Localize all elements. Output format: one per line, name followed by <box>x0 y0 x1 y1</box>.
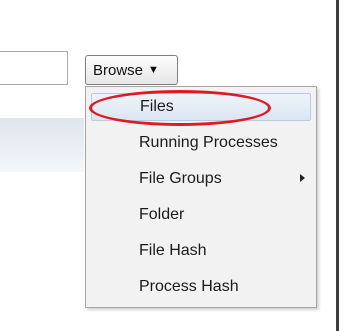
menu-item-label: File Groups <box>139 170 222 187</box>
menu-item-running-processes[interactable]: Running Processes <box>91 129 311 157</box>
menu-item-file-groups[interactable]: File Groups <box>91 165 311 193</box>
browse-dropdown-menu: Files Running Processes File Groups Fold… <box>85 86 317 308</box>
background-panel <box>0 118 84 172</box>
menu-item-label: Process Hash <box>139 278 239 295</box>
window-edge <box>336 0 339 331</box>
menu-item-files[interactable]: Files <box>91 93 311 121</box>
browse-label: Browse <box>93 61 144 79</box>
browse-button[interactable]: Browse ▼ <box>85 55 178 85</box>
menu-item-label: Files <box>140 98 174 115</box>
menu-item-label: File Hash <box>139 242 207 259</box>
menu-item-label: Folder <box>139 206 185 223</box>
chevron-right-icon <box>300 174 305 182</box>
path-input[interactable] <box>0 51 68 85</box>
menu-item-file-hash[interactable]: File Hash <box>91 237 311 265</box>
menu-item-process-hash[interactable]: Process Hash <box>91 273 311 301</box>
chevron-down-icon: ▼ <box>148 64 159 76</box>
menu-item-label: Running Processes <box>139 134 278 151</box>
menu-item-folder[interactable]: Folder <box>91 201 311 229</box>
